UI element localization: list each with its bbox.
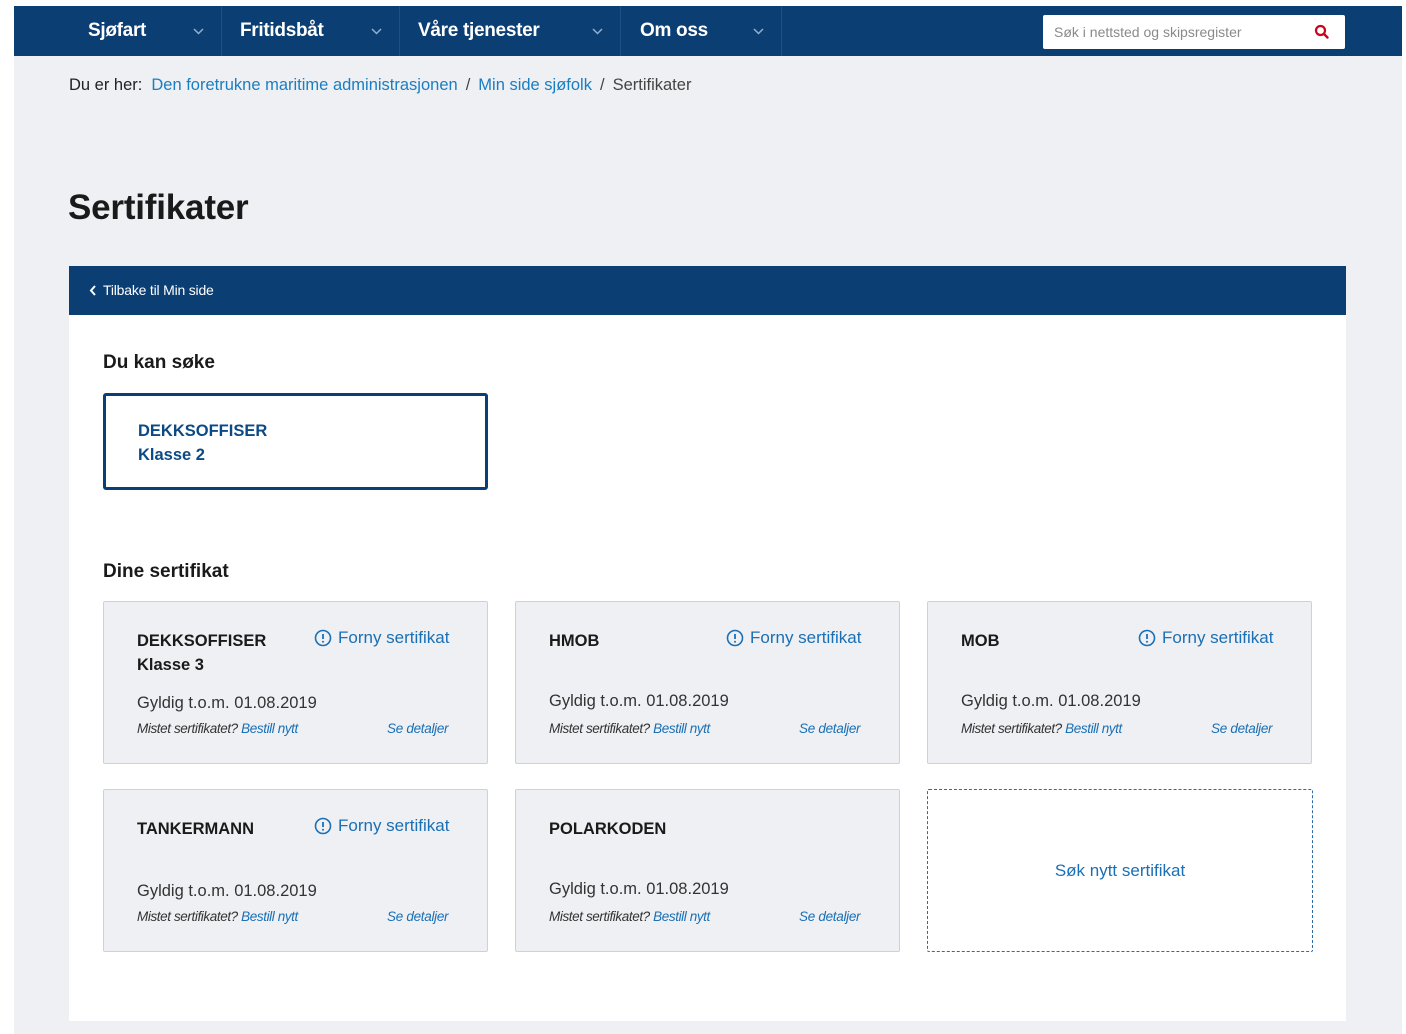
certificate-card: HMOB Forny sertifikat Gyldig t.o.m. 01.0… <box>515 601 900 764</box>
certificate-name: POLARKODEN <box>549 817 666 841</box>
back-link-label: Tilbake til Min side <box>103 282 214 298</box>
search-input[interactable] <box>1043 15 1314 49</box>
breadcrumb-separator: / <box>599 76 605 94</box>
renew-label: Forny sertifikat <box>338 628 450 647</box>
certificate-name-line2: Klasse 3 <box>137 656 204 674</box>
see-details-link[interactable]: Se detaljer <box>1211 721 1273 736</box>
apply-card-dekksoffiser-klasse-2[interactable]: DEKKSOFFISER Klasse 2 <box>103 393 488 490</box>
nav-item-om-oss[interactable]: Om oss <box>640 6 708 56</box>
lost-question: Mistet sertifikatet? <box>961 721 1062 736</box>
see-details-link[interactable]: Se detaljer <box>387 721 449 736</box>
lost-certificate-text: Mistet sertifikatet? Bestill nytt <box>961 721 1122 736</box>
chevron-down-icon[interactable] <box>574 6 621 56</box>
my-certificates-heading: Dine sertifikat <box>103 561 229 582</box>
alert-circle-icon <box>314 629 332 647</box>
apply-new-certificate-label: Søk nytt sertifikat <box>1054 860 1186 880</box>
certificate-name: HMOB <box>549 629 599 653</box>
lost-question: Mistet sertifikatet? <box>137 721 238 736</box>
certificate-name: DEKKSOFFISER Klasse 3 <box>137 629 266 677</box>
order-new-link[interactable]: Bestill nytt <box>653 721 710 736</box>
alert-circle-icon <box>314 817 332 835</box>
breadcrumb-link-min-side[interactable]: Min side sjøfolk <box>478 76 592 95</box>
breadcrumb-link-home[interactable]: Den foretrukne maritime administrasjonen <box>151 76 457 95</box>
alert-circle-icon <box>1138 629 1156 647</box>
see-details-link[interactable]: Se detaljer <box>387 909 449 924</box>
certificate-name-line1: DEKKSOFFISER <box>137 632 267 650</box>
certificate-card: MOB Forny sertifikat Gyldig t.o.m. 01.08… <box>927 601 1312 764</box>
certificate-card: TANKERMANN Forny sertifikat Gyldig t.o.m… <box>103 789 488 952</box>
nav-item-sjofart[interactable]: Sjøfart <box>88 6 146 56</box>
panel-header-bar: Tilbake til Min side <box>69 266 1346 315</box>
renew-label: Forny sertifikat <box>338 816 450 835</box>
order-new-link[interactable]: Bestill nytt <box>241 909 298 924</box>
renew-certificate-link[interactable]: Forny sertifikat <box>314 816 449 836</box>
search-icon[interactable] <box>1314 24 1330 40</box>
order-new-link[interactable]: Bestill nytt <box>1065 721 1122 736</box>
certificate-name-line1: HMOB <box>549 632 600 650</box>
lost-question: Mistet sertifikatet? <box>549 909 650 924</box>
certificate-name-line1: MOB <box>961 632 1000 650</box>
apply-new-certificate-button[interactable]: Søk nytt sertifikat <box>927 789 1313 952</box>
certificate-name: TANKERMANN <box>137 817 254 841</box>
validity-text: Gyldig t.o.m. 01.08.2019 <box>961 692 1141 710</box>
apply-card-title: DEKKSOFFISER <box>138 422 268 440</box>
order-new-link[interactable]: Bestill nytt <box>241 721 298 736</box>
breadcrumb-lead: Du er her: <box>69 76 143 94</box>
apply-heading: Du kan søke <box>103 352 215 373</box>
validity-text: Gyldig t.o.m. 01.08.2019 <box>549 692 729 710</box>
certificate-name-line1: TANKERMANN <box>137 820 255 838</box>
lost-question: Mistet sertifikatet? <box>137 909 238 924</box>
alert-circle-icon <box>726 629 744 647</box>
apply-card-subtitle: Klasse 2 <box>138 446 205 464</box>
chevron-down-icon[interactable] <box>735 6 782 56</box>
lost-certificate-text: Mistet sertifikatet? Bestill nytt <box>137 909 298 924</box>
certificate-name-line1: POLARKODEN <box>549 820 667 838</box>
validity-text: Gyldig t.o.m. 01.08.2019 <box>549 880 729 898</box>
breadcrumb-separator: / <box>465 76 471 94</box>
certificate-name: MOB <box>961 629 1000 653</box>
lost-certificate-text: Mistet sertifikatet? Bestill nytt <box>137 721 298 736</box>
chevron-down-icon[interactable] <box>353 6 400 56</box>
order-new-link[interactable]: Bestill nytt <box>653 909 710 924</box>
lost-certificate-text: Mistet sertifikatet? Bestill nytt <box>549 721 710 736</box>
validity-text: Gyldig t.o.m. 01.08.2019 <box>137 882 317 900</box>
certificates-panel: Tilbake til Min side Du kan søke DEKKSOF… <box>69 266 1346 1021</box>
chevron-down-icon[interactable] <box>175 6 222 56</box>
see-details-link[interactable]: Se detaljer <box>799 721 861 736</box>
lost-certificate-text: Mistet sertifikatet? Bestill nytt <box>549 909 710 924</box>
back-link[interactable]: Tilbake til Min side <box>89 282 214 298</box>
renew-certificate-link[interactable]: Forny sertifikat <box>314 628 449 648</box>
lost-question: Mistet sertifikatet? <box>549 721 650 736</box>
breadcrumb: Du er her: Den foretrukne maritime admin… <box>69 76 691 95</box>
certificate-card: DEKKSOFFISER Klasse 3 Forny sertifikat G… <box>103 601 488 764</box>
nav-item-vare-tjenester[interactable]: Våre tjenester <box>418 6 540 56</box>
validity-text: Gyldig t.o.m. 01.08.2019 <box>137 694 317 712</box>
renew-certificate-link[interactable]: Forny sertifikat <box>1138 628 1273 648</box>
certificate-card: POLARKODEN Gyldig t.o.m. 01.08.2019 Mist… <box>515 789 900 952</box>
site-search <box>1043 15 1345 49</box>
breadcrumb-current: Sertifikater <box>612 76 692 94</box>
chevron-left-icon <box>89 284 96 296</box>
page-title: Sertifikater <box>68 188 249 227</box>
renew-label: Forny sertifikat <box>1162 628 1274 647</box>
renew-certificate-link[interactable]: Forny sertifikat <box>726 628 861 648</box>
nav-item-fritidsbat[interactable]: Fritidsbåt <box>240 6 324 56</box>
see-details-link[interactable]: Se detaljer <box>799 909 861 924</box>
renew-label: Forny sertifikat <box>750 628 862 647</box>
